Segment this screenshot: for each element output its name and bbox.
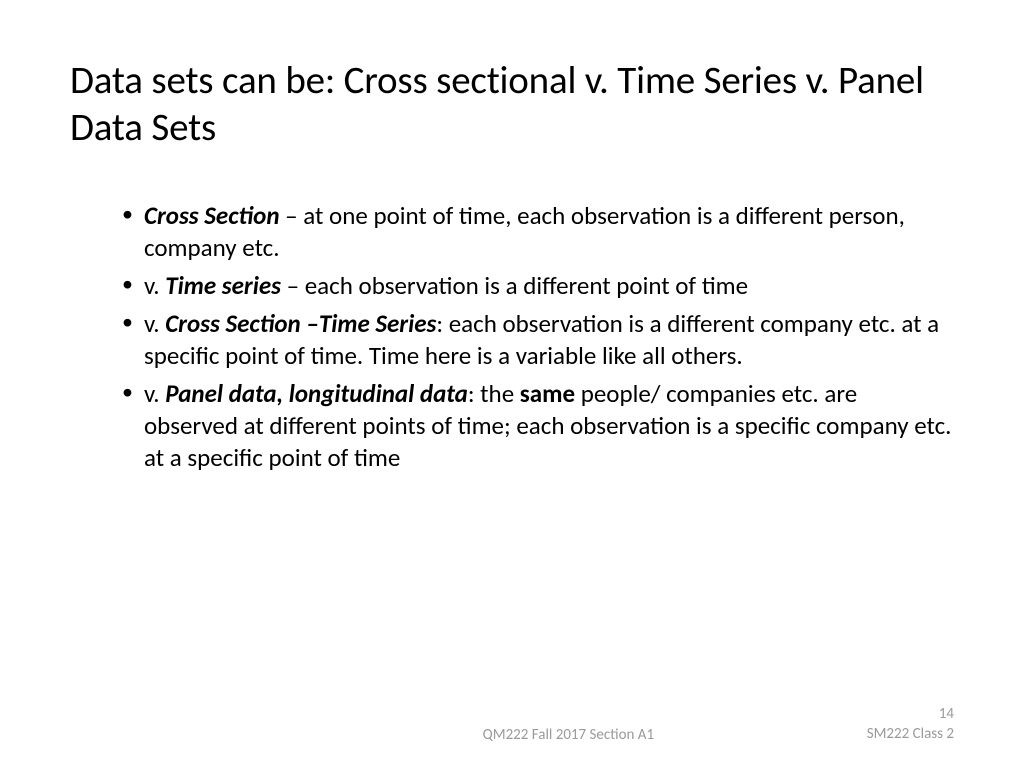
list-item: v. Panel data, longitudinal data: the sa… (122, 378, 954, 474)
bullet-prefix: v. (144, 308, 165, 339)
footer-left: QM222 Fall 2017 Section A1 (70, 726, 867, 744)
bullet-text: each observation is a different point of… (305, 270, 748, 301)
bullet-sep: : the (468, 378, 520, 409)
bullet-sep: : (436, 308, 448, 339)
page-number: 14 (867, 705, 954, 725)
bullet-lead: Cross Section (144, 200, 280, 231)
footer-right: 14 SM222 Class 2 (867, 705, 954, 744)
footer-right-label: SM222 Class 2 (867, 725, 954, 745)
bullet-list: Cross Section – at one point of time, ea… (70, 200, 954, 474)
bullet-lead: Panel data, longitudinal data (165, 378, 468, 409)
bullet-sep: – (281, 270, 305, 301)
bullet-prefix: v. (144, 270, 165, 301)
list-item: v. Time series – each observation is a d… (122, 270, 954, 302)
list-item: v. Cross Section –Time Series: each obse… (122, 308, 954, 372)
slide: Data sets can be: Cross sectional v. Tim… (0, 0, 1024, 474)
slide-footer: QM222 Fall 2017 Section A1 14 SM222 Clas… (0, 705, 1024, 744)
list-item: Cross Section – at one point of time, ea… (122, 200, 954, 264)
bullet-lead: Time series (165, 270, 281, 301)
bullet-prefix: v. (144, 378, 165, 409)
slide-title: Data sets can be: Cross sectional v. Tim… (70, 58, 954, 152)
bullet-mid-bold: same (520, 378, 575, 409)
bullet-lead: Cross Section –Time Series (165, 308, 436, 339)
bullet-sep: – (280, 200, 304, 231)
